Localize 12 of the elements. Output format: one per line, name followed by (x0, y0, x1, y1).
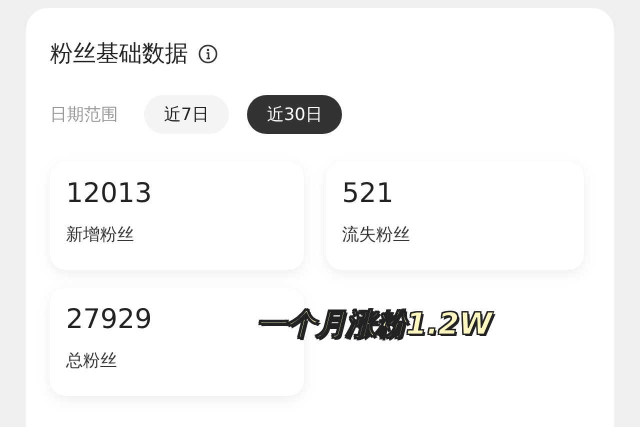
date-range-tab[interactable]: 近30日 (246, 95, 342, 134)
stat-value: 27929 (66, 304, 152, 335)
stat-label: 新增粉丝 (66, 224, 135, 246)
date-range-tab[interactable]: 近7日 (144, 95, 229, 134)
stat-value: 521 (342, 178, 394, 209)
stat-value: 12013 (66, 178, 152, 209)
stat-label: 流失粉丝 (342, 224, 411, 246)
card-title: 粉丝基础数据 (50, 40, 188, 69)
date-range-label: 日期范围 (50, 104, 118, 126)
caption-text: 一个月涨粉1.2W (256, 306, 492, 344)
info-icon[interactable] (198, 44, 218, 64)
stat-label: 总粉丝 (66, 350, 118, 372)
